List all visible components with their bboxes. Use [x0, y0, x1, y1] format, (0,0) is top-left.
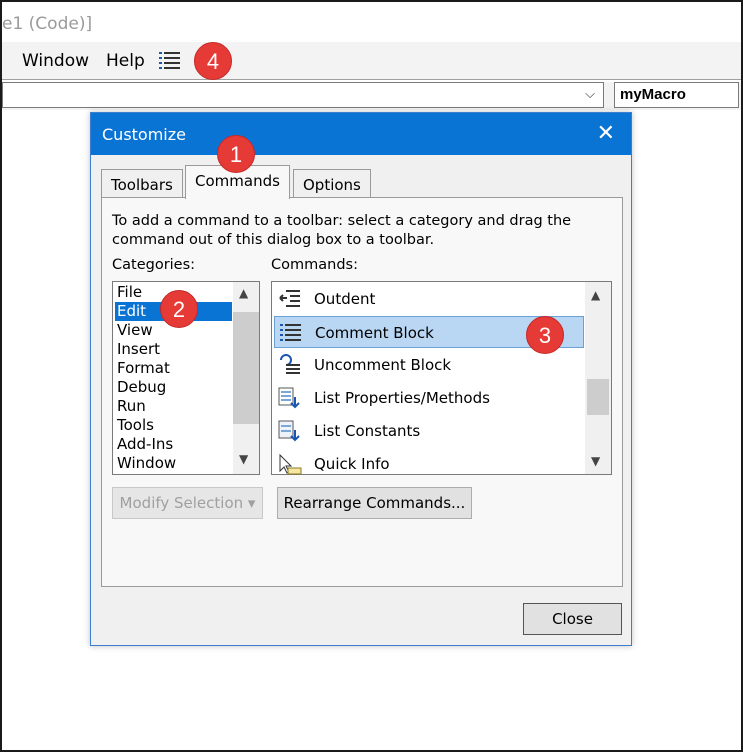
chevron-down-icon[interactable]: ⌵	[585, 87, 595, 102]
command-item-uncomment-block[interactable]: Uncomment Block	[274, 349, 584, 381]
tab-toolbars[interactable]: Toolbars	[101, 169, 183, 197]
window-title: e1 (Code)]	[2, 14, 93, 34]
list-constants-icon	[278, 420, 300, 442]
commands-panel: To add a command to a toolbar: select a …	[101, 197, 623, 587]
commands-list[interactable]: Outdent Comment Block Uncomment Block Li…	[271, 281, 612, 475]
categories-scrollbar[interactable]: ▲ ▼	[233, 282, 259, 474]
annotation-badge-3: 3	[526, 316, 564, 354]
categories-label: Categories:	[112, 257, 196, 273]
command-label: List Properties/Methods	[314, 389, 490, 407]
scroll-down-icon[interactable]: ▼	[591, 454, 600, 468]
annotation-badge-4: 4	[194, 42, 232, 80]
title-bar: e1 (Code)]	[2, 2, 741, 42]
command-item-list-constants[interactable]: List Constants	[274, 415, 584, 447]
annotation-badge-1: 1	[217, 135, 255, 173]
command-label: Outdent	[314, 290, 376, 308]
object-combo[interactable]: ⌵	[2, 82, 604, 108]
customize-dialog: Customize ✕ Toolbars Commands Options 1 …	[90, 112, 632, 646]
tab-options[interactable]: Options	[293, 169, 371, 197]
scroll-thumb[interactable]	[233, 312, 259, 424]
close-button[interactable]: Close	[523, 603, 622, 635]
annotation-badge-2: 2	[160, 290, 198, 328]
menu-bar: Window Help	[2, 42, 741, 80]
category-item[interactable]: Debug	[115, 378, 232, 397]
scroll-up-icon[interactable]: ▲	[239, 286, 248, 300]
category-item[interactable]: Insert	[115, 340, 232, 359]
comment-block-icon[interactable]	[159, 50, 181, 72]
scroll-down-icon[interactable]: ▼	[239, 452, 248, 466]
close-icon[interactable]: ✕	[597, 121, 615, 146]
comment-block-icon	[280, 324, 301, 341]
menu-window[interactable]: Window	[22, 51, 89, 71]
category-item[interactable]: Format	[115, 359, 232, 378]
procedure-combo[interactable]: myMacro	[614, 82, 739, 108]
commands-label: Commands:	[271, 257, 358, 273]
quick-info-icon	[279, 453, 302, 475]
scroll-thumb[interactable]	[587, 379, 609, 415]
category-item[interactable]: Tools	[115, 416, 232, 435]
outdent-icon	[279, 290, 300, 307]
dialog-title-bar: Customize ✕	[91, 113, 631, 155]
scroll-up-icon[interactable]: ▲	[591, 288, 600, 302]
rearrange-commands-button[interactable]: Rearrange Commands...	[277, 487, 472, 519]
command-item-outdent[interactable]: Outdent	[274, 283, 584, 315]
instructions-text: To add a command to a toolbar: select a …	[112, 213, 572, 248]
category-item[interactable]: Window	[115, 454, 232, 473]
command-label: List Constants	[314, 422, 421, 440]
command-label: Uncomment Block	[314, 356, 452, 374]
category-item[interactable]: Run	[115, 397, 232, 416]
dialog-title: Customize	[102, 125, 186, 144]
command-item-list-properties[interactable]: List Properties/Methods	[274, 382, 584, 414]
command-label: Quick Info	[314, 455, 390, 473]
command-item-quick-info[interactable]: Quick Info	[274, 448, 584, 480]
category-item[interactable]: Add-Ins	[115, 435, 232, 454]
command-label: Comment Block	[315, 324, 434, 342]
list-properties-icon	[278, 387, 300, 409]
uncomment-block-icon	[280, 354, 300, 374]
modify-selection-button[interactable]: Modify Selection ▾	[112, 487, 263, 519]
menu-help[interactable]: Help	[106, 51, 145, 71]
commands-scrollbar[interactable]: ▲ ▼	[585, 282, 611, 474]
